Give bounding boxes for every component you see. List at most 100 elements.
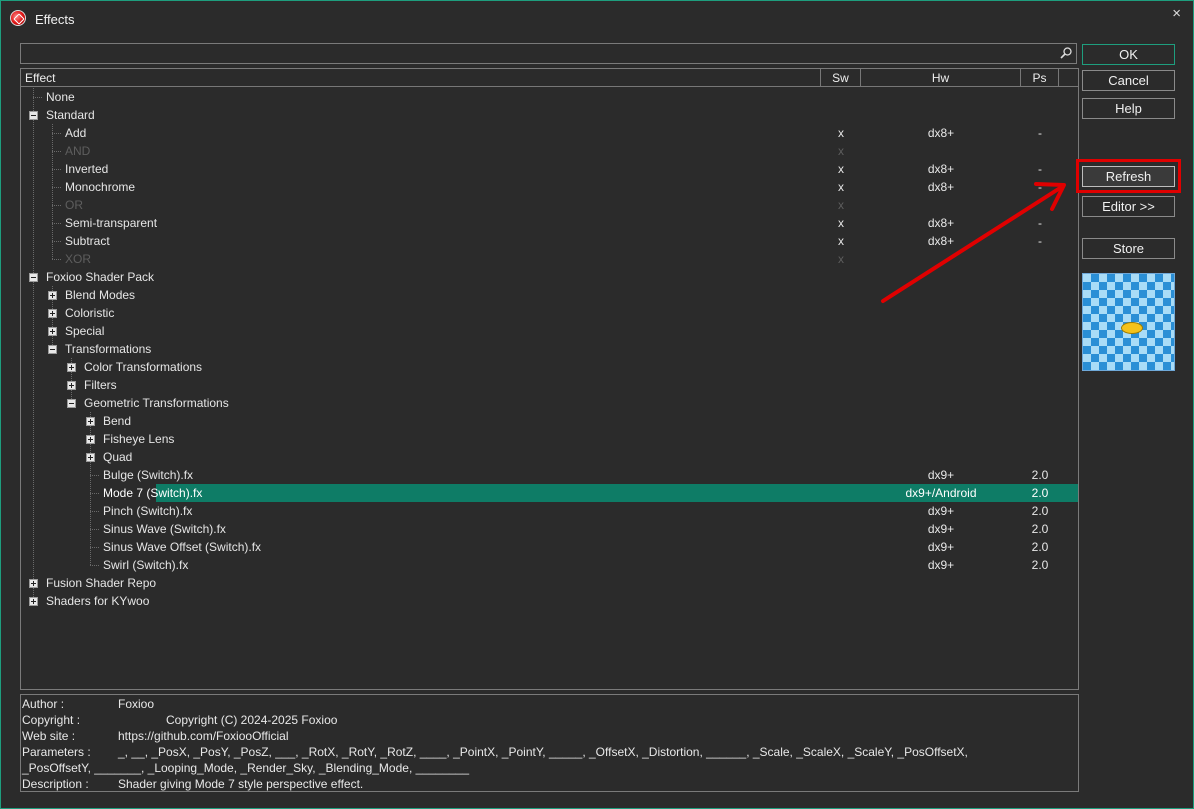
tree-row[interactable]: Monochrome x dx8+ -: [21, 178, 1078, 196]
tree-row[interactable]: Transformations: [21, 340, 1078, 358]
copyright-label: Copyright :: [22, 713, 81, 727]
search-icon[interactable]: [1059, 46, 1073, 60]
ps-cell: 2.0: [1031, 540, 1049, 554]
description-label: Description :: [22, 777, 89, 791]
tree-item-label: Sinus Wave Offset (Switch).fx: [103, 540, 262, 554]
tree-item-label: Semi-transparent: [65, 216, 158, 230]
ok-button[interactable]: OK: [1082, 44, 1175, 65]
parameters-label: Parameters :: [22, 745, 91, 759]
expand-icon[interactable]: [86, 435, 95, 444]
search-box[interactable]: [20, 43, 1077, 64]
description-value: Shader giving Mode 7 style perspective e…: [118, 777, 364, 791]
tree-row[interactable]: Foxioo Shader Pack: [21, 268, 1078, 286]
expand-icon[interactable]: [48, 309, 57, 318]
tree-row[interactable]: Bulge (Switch).fx dx9+ 2.0: [21, 466, 1078, 484]
author-value: Foxioo: [118, 697, 155, 711]
help-button[interactable]: Help: [1082, 98, 1175, 119]
tree-row[interactable]: Quad: [21, 448, 1078, 466]
info-panel: Author : Foxioo Copyright : Copyright (C…: [20, 694, 1079, 792]
tree-connector: [90, 493, 99, 494]
tree-item-label: Bulge (Switch).fx: [103, 468, 194, 482]
tree-row[interactable]: Fisheye Lens: [21, 430, 1078, 448]
tree-item-label: XOR: [65, 252, 92, 266]
tree-row[interactable]: Geometric Transformations: [21, 394, 1078, 412]
tree-row[interactable]: Sinus Wave Offset (Switch).fx dx9+ 2.0: [21, 538, 1078, 556]
tree-row[interactable]: AND x: [21, 142, 1078, 160]
tree-row[interactable]: Inverted x dx8+ -: [21, 160, 1078, 178]
expand-icon[interactable]: [48, 291, 57, 300]
sw-cell: x: [838, 198, 844, 212]
tree-item-label: Subtract: [65, 234, 110, 248]
ps-cell: 2.0: [1031, 504, 1049, 518]
expand-icon[interactable]: [29, 597, 38, 606]
hw-cell: dx9+: [927, 558, 955, 572]
column-header-hw[interactable]: Hw: [861, 69, 1021, 87]
tree-item-label: OR: [65, 198, 83, 212]
tree-item-label: Sinus Wave (Switch).fx: [103, 522, 226, 536]
tree-row[interactable]: Blend Modes: [21, 286, 1078, 304]
search-input[interactable]: [23, 45, 1057, 64]
tree-item-label: Mode 7 (Switch).fx: [103, 486, 203, 500]
tree-row[interactable]: Fusion Shader Repo: [21, 574, 1078, 592]
refresh-button[interactable]: Refresh: [1082, 166, 1175, 187]
effects-tree[interactable]: Effect Sw Hw Ps None Standard Add x dx8+ - AND…: [20, 68, 1079, 690]
sw-cell: x: [838, 144, 844, 158]
tree-item-label: Monochrome: [65, 180, 136, 194]
ps-cell: -: [1038, 126, 1042, 140]
tree-row[interactable]: OR x: [21, 196, 1078, 214]
tree-row[interactable]: Color Transformations: [21, 358, 1078, 376]
hw-cell: dx8+: [927, 162, 955, 176]
expand-icon[interactable]: [67, 381, 76, 390]
tree-row[interactable]: XOR x: [21, 250, 1078, 268]
tree-row[interactable]: Mode 7 (Switch).fx dx9+/Android 2.0: [103, 484, 1078, 502]
tree-item-label: Foxioo Shader Pack: [46, 270, 155, 284]
collapse-icon[interactable]: [29, 111, 38, 120]
tree-item-label: Fusion Shader Repo: [46, 576, 157, 590]
expand-icon[interactable]: [48, 327, 57, 336]
parameters-line-2: _PosOffsetY, _______, _Looping_Mode, _Re…: [22, 761, 470, 775]
column-header-ps[interactable]: Ps: [1021, 69, 1059, 87]
tree-row[interactable]: Coloristic: [21, 304, 1078, 322]
sw-cell: x: [838, 234, 844, 248]
tree-item-label: Inverted: [65, 162, 109, 176]
sw-cell: x: [838, 180, 844, 194]
expand-icon[interactable]: [67, 363, 76, 372]
hw-cell: dx9+/Android: [905, 486, 977, 500]
tree-row[interactable]: Special: [21, 322, 1078, 340]
tree-row[interactable]: Swirl (Switch).fx dx9+ 2.0: [21, 556, 1078, 574]
tree-item-label: Special: [65, 324, 105, 338]
author-label: Author :: [22, 697, 65, 711]
tree-row[interactable]: Shaders for KYwoo: [21, 592, 1078, 610]
hw-cell: dx8+: [927, 234, 955, 248]
effect-preview-image: [1082, 273, 1175, 371]
store-button[interactable]: Store: [1082, 238, 1175, 259]
column-header-sw[interactable]: Sw: [821, 69, 861, 87]
editor-button[interactable]: Editor >>: [1082, 196, 1175, 217]
tree-row[interactable]: Filters: [21, 376, 1078, 394]
tree-item-label: Pinch (Switch).fx: [103, 504, 193, 518]
tree-row[interactable]: None: [21, 88, 1078, 106]
tree-row[interactable]: Add x dx8+ -: [21, 124, 1078, 142]
expand-icon[interactable]: [29, 579, 38, 588]
tree-row[interactable]: Bend: [21, 412, 1078, 430]
tree-row[interactable]: Semi-transparent x dx8+ -: [21, 214, 1078, 232]
collapse-icon[interactable]: [67, 399, 76, 408]
cancel-button[interactable]: Cancel: [1082, 70, 1175, 91]
hw-cell: dx8+: [927, 180, 955, 194]
column-header-effect[interactable]: Effect: [21, 69, 821, 87]
expand-icon[interactable]: [86, 417, 95, 426]
collapse-icon[interactable]: [29, 273, 38, 282]
ps-cell: 2.0: [1031, 468, 1049, 482]
tree-item-label: Bend: [103, 414, 132, 428]
expand-icon[interactable]: [86, 453, 95, 462]
tree-item-label: Filters: [84, 378, 117, 392]
collapse-icon[interactable]: [48, 345, 57, 354]
tree-item-label: None: [46, 90, 75, 104]
tree-row[interactable]: Standard: [21, 106, 1078, 124]
website-value[interactable]: https://github.com/FoxiooOfficial: [118, 729, 289, 743]
tree-row[interactable]: Subtract x dx8+ -: [21, 232, 1078, 250]
tree-item-label: Swirl (Switch).fx: [103, 558, 189, 572]
tree-row[interactable]: Pinch (Switch).fx dx9+ 2.0: [21, 502, 1078, 520]
close-icon[interactable]: ×: [1172, 5, 1181, 22]
tree-row[interactable]: Sinus Wave (Switch).fx dx9+ 2.0: [21, 520, 1078, 538]
